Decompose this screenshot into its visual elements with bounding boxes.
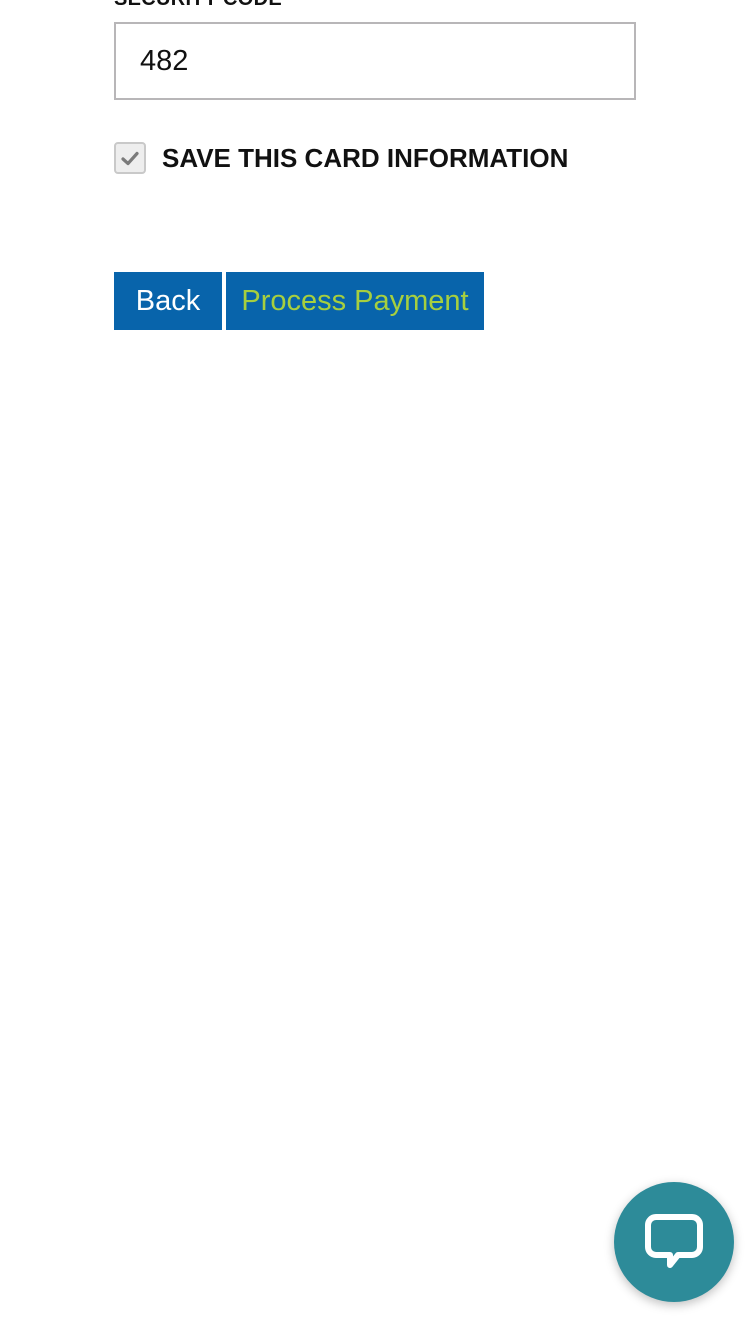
chat-launcher-button[interactable] bbox=[614, 1182, 734, 1302]
chat-bubble-icon bbox=[645, 1214, 703, 1268]
save-card-row: SAVE THIS CARD INFORMATION bbox=[114, 142, 568, 174]
back-button[interactable]: Back bbox=[114, 272, 222, 330]
save-card-checkbox[interactable] bbox=[114, 142, 146, 174]
save-card-label: SAVE THIS CARD INFORMATION bbox=[162, 142, 569, 173]
security-code-label: SECURITY CODE bbox=[114, 0, 282, 11]
process-payment-button[interactable]: Process Payment bbox=[226, 272, 484, 330]
checkmark-icon bbox=[121, 151, 139, 165]
security-code-input[interactable] bbox=[114, 22, 636, 100]
